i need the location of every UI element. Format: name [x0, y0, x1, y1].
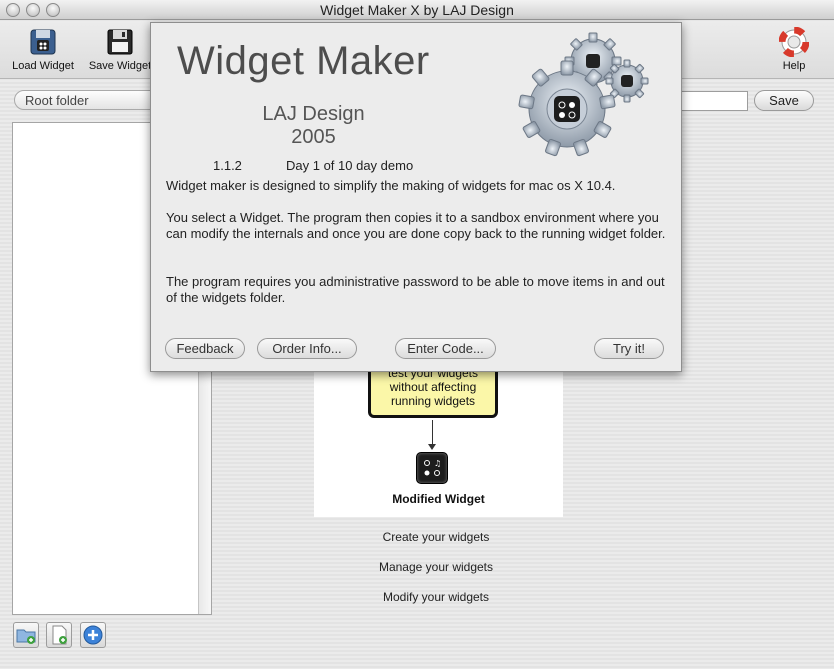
feature-manage: Manage your widgets: [378, 560, 494, 574]
new-folder-icon: [16, 629, 36, 644]
feature-modify: Modify your widgets: [382, 590, 490, 604]
new-folder-button[interactable]: [13, 622, 39, 648]
note-line: without affecting: [389, 380, 477, 394]
svg-text:♫: ♫: [434, 459, 441, 468]
about-company: LAJ Design 2005: [211, 103, 416, 149]
save-button[interactable]: Save: [754, 90, 814, 111]
new-file-icon: [52, 625, 67, 645]
about-title: Widget Maker: [177, 39, 430, 83]
title-bar: Widget Maker X by LAJ Design: [0, 0, 834, 20]
add-button[interactable]: [80, 622, 106, 648]
note-line: running widgets: [390, 394, 476, 408]
about-dialog: Widget Maker LAJ Design 2005 1.1.2 Day 1…: [150, 22, 682, 372]
try-it-button[interactable]: Try it!: [594, 338, 664, 359]
flow-arrow-head: [428, 444, 436, 450]
gears-logo-icon: [518, 32, 649, 157]
feature-create: Create your widgets: [382, 530, 490, 544]
modified-widget-label: Modified Widget: [392, 492, 485, 506]
save-widget-label: Save Widget: [88, 60, 152, 72]
company-year: 2005: [291, 126, 336, 148]
help-label: Help: [782, 60, 806, 72]
widget-name-field[interactable]: [672, 91, 748, 111]
company-name: LAJ Design: [262, 103, 365, 125]
workflow-diagram: test your widgets without affecting runn…: [314, 356, 563, 517]
window-title: Widget Maker X by LAJ Design: [320, 2, 514, 18]
about-paragraph: The program requires you administrative …: [166, 274, 665, 305]
load-widget-label: Load Widget: [12, 60, 74, 72]
floppy-widget-icon: [30, 29, 56, 55]
widget-icon: ♫: [416, 452, 448, 484]
feedback-button[interactable]: Feedback: [165, 338, 245, 359]
about-paragraph: Widget maker is designed to simplify the…: [166, 178, 616, 193]
about-paragraph: You select a Widget. The program then co…: [166, 210, 666, 241]
lifebuoy-icon: [779, 27, 809, 57]
demo-status: Day 1 of 10 day demo: [286, 158, 414, 173]
order-info-button[interactable]: Order Info...: [257, 338, 357, 359]
version-number: 1.1.2: [213, 158, 242, 173]
floppy-disk-icon: [107, 29, 133, 55]
load-widget-button[interactable]: Load Widget: [8, 27, 78, 72]
save-widget-button[interactable]: Save Widget: [86, 27, 154, 72]
help-button[interactable]: Help: [772, 27, 816, 72]
new-file-button[interactable]: [46, 622, 72, 648]
plus-circle-icon: [83, 625, 103, 645]
enter-code-button[interactable]: Enter Code...: [395, 338, 496, 359]
